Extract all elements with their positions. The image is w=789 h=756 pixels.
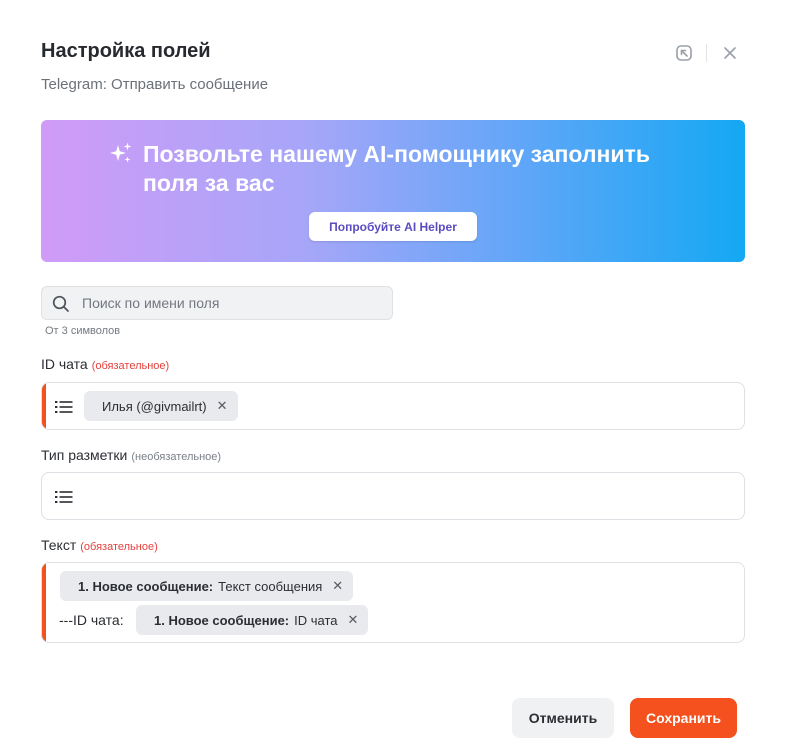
chat-id-chip[interactable]: Илья (@givmailrt) ✕ [84, 391, 238, 421]
cancel-button[interactable]: Отменить [512, 698, 614, 738]
markup-label: Тип разметки (необязательное) [41, 447, 221, 463]
try-ai-helper-button[interactable]: Попробуйте AI Helper [309, 212, 477, 241]
markup-label-text: Тип разметки [41, 447, 128, 463]
modal-subtitle: Telegram: Отправить сообщение [41, 76, 269, 93]
remove-chip-icon[interactable]: ✕ [348, 612, 359, 628]
chip-text: ID чата [294, 612, 338, 628]
search-hint: От 3 символов [45, 325, 121, 337]
ai-helper-banner: Позвольте нашему AI-помощнику заполнить … [41, 120, 745, 262]
chip-text: Текст сообщения [218, 578, 323, 594]
search-icon [52, 295, 70, 318]
search-input[interactable] [82, 287, 382, 319]
ai-helper-text: Позвольте нашему AI-помощнику заполнить … [143, 141, 650, 196]
text-field[interactable]: 1. Новое сообщение: Текст сообщения ✕ --… [41, 562, 745, 643]
save-button[interactable]: Сохранить [630, 698, 737, 738]
text-variable-chip[interactable]: 1. Новое сообщение: Текст сообщения ✕ [60, 571, 354, 601]
static-text: ---ID чата: [59, 612, 124, 628]
markup-field[interactable] [41, 472, 745, 520]
text-label-text: Текст [41, 537, 77, 553]
collapse-arrow-icon[interactable] [672, 42, 696, 64]
chip-prefix: 1. Новое сообщение: [78, 578, 214, 594]
chip-prefix: 1. Новое сообщение: [154, 612, 290, 628]
chip-text: Илья (@givmailrt) [102, 398, 207, 414]
chat-id-field[interactable]: Илья (@givmailrt) ✕ [41, 382, 745, 430]
header-separator [706, 44, 707, 62]
chat-id-label: ID чата (обязательное) [41, 356, 169, 372]
list-icon[interactable] [55, 490, 73, 509]
field-search [41, 286, 393, 320]
close-icon[interactable] [718, 42, 742, 64]
list-icon[interactable] [55, 400, 73, 419]
required-badge: (обязательное) [91, 360, 170, 372]
sparkle-icon [108, 141, 134, 172]
remove-chip-icon[interactable]: ✕ [217, 398, 228, 414]
required-badge: (обязательное) [80, 541, 158, 553]
remove-chip-icon[interactable]: ✕ [332, 578, 343, 594]
header-actions [672, 42, 742, 64]
chat-id-label-text: ID чата [41, 356, 88, 372]
optional-badge: (необязательное) [131, 451, 222, 463]
modal-title: Настройка полей [41, 40, 211, 62]
chat-id-variable-chip[interactable]: 1. Новое сообщение: ID чата ✕ [136, 605, 369, 635]
text-label: Текст (обязательное) [41, 537, 158, 553]
